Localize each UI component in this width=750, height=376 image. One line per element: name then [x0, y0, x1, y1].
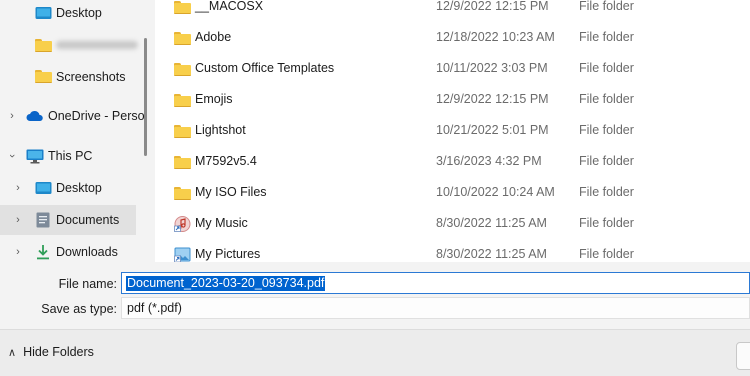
file-date: 12/9/2022 12:15 PM: [436, 92, 549, 106]
nav-item-screenshots[interactable]: Screenshots: [0, 62, 136, 92]
blurred-label: [56, 41, 138, 49]
file-type: File folder: [579, 185, 634, 199]
nav-item-desktop[interactable]: › Desktop: [0, 173, 136, 203]
file-name: Lightshot: [195, 123, 246, 137]
list-item[interactable]: My Pictures 8/30/2022 11:25 AM File fold…: [155, 240, 750, 262]
folder-icon: [174, 156, 191, 169]
file-list: __MACOSX 12/9/2022 12:15 PM File folder …: [155, 0, 750, 262]
save-form: File name: Document_2023-03-20_093734.pd…: [0, 262, 750, 376]
nav-item-label: Downloads: [56, 245, 118, 259]
nav-item-blurred[interactable]: [0, 30, 138, 60]
file-type: File folder: [579, 154, 634, 168]
file-name: My Pictures: [195, 247, 261, 261]
file-date: 12/9/2022 12:15 PM: [436, 0, 549, 13]
chevron-right-icon[interactable]: ›: [12, 246, 24, 258]
file-name: __MACOSX: [195, 0, 264, 13]
list-item[interactable]: My ISO Files 10/10/2022 10:24 AM File fo…: [155, 178, 750, 209]
list-item[interactable]: Custom Office Templates 10/11/2022 3:03 …: [155, 54, 750, 85]
list-item[interactable]: Adobe 12/18/2022 10:23 AM File folder: [155, 23, 750, 54]
chevron-down-icon[interactable]: ›: [6, 150, 18, 162]
hide-folders-label: Hide Folders: [23, 345, 94, 359]
dialog-footer: ∧ Hide Folders: [0, 329, 750, 376]
monitor-icon: [26, 149, 44, 164]
folder-icon: [35, 39, 52, 52]
file-type: File folder: [579, 216, 634, 230]
documents-icon: [36, 212, 50, 228]
folder-icon: [35, 70, 52, 83]
nav-item-onedrive[interactable]: › OneDrive - Perso: [0, 101, 144, 131]
list-item[interactable]: M7592v5.4 3/16/2023 4:32 PM File folder: [155, 147, 750, 178]
file-name: Custom Office Templates: [195, 61, 335, 75]
folder-icon: [174, 187, 191, 200]
folder-icon: [174, 1, 191, 14]
save-type-label: Save as type:: [41, 302, 117, 316]
chevron-right-icon[interactable]: ›: [12, 214, 24, 226]
nav-scrollbar[interactable]: [144, 38, 147, 156]
file-type: File folder: [579, 123, 634, 137]
nav-item-this-pc[interactable]: › This PC: [0, 141, 136, 171]
file-name-value[interactable]: Document_2023-03-20_093734.pdf: [126, 276, 326, 291]
pictures-shortcut-icon: [174, 247, 191, 262]
chevron-up-icon: ∧: [8, 346, 17, 359]
file-date: 3/16/2023 4:32 PM: [436, 154, 542, 168]
save-type-select[interactable]: pdf (*.pdf): [121, 297, 750, 319]
chevron-right-icon[interactable]: ›: [6, 110, 18, 122]
file-date: 12/18/2022 10:23 AM: [436, 30, 555, 44]
save-type-value: pdf (*.pdf): [127, 301, 182, 315]
nav-item-documents[interactable]: › Documents: [0, 205, 136, 235]
folder-icon: [174, 32, 191, 45]
nav-item-downloads[interactable]: › Downloads: [0, 237, 136, 262]
folder-icon: [174, 94, 191, 107]
file-name-input[interactable]: Document_2023-03-20_093734.pdf: [121, 272, 750, 294]
file-date: 10/10/2022 10:24 AM: [436, 185, 555, 199]
nav-item-label: Desktop: [56, 181, 102, 195]
chevron-right-icon[interactable]: ›: [12, 182, 24, 194]
file-name: Adobe: [195, 30, 232, 44]
nav-item-label: Screenshots: [56, 70, 126, 84]
desktop-icon: [35, 182, 52, 194]
cloud-icon: [26, 110, 43, 121]
file-type: File folder: [579, 30, 634, 44]
list-item[interactable]: My Music 8/30/2022 11:25 AM File folder: [155, 209, 750, 240]
list-item[interactable]: Emojis 12/9/2022 12:15 PM File folder: [155, 85, 750, 116]
hide-folders-button[interactable]: ∧ Hide Folders: [8, 345, 94, 359]
nav-item-label: Documents: [56, 213, 120, 227]
file-type: File folder: [579, 0, 634, 13]
music-shortcut-icon: [174, 216, 191, 232]
file-type: File folder: [579, 61, 634, 75]
file-name: My Music: [195, 216, 248, 230]
file-type: File folder: [579, 247, 634, 261]
download-icon: [37, 245, 49, 260]
file-name-label: File name:: [58, 277, 117, 291]
file-type: File folder: [579, 92, 634, 106]
file-name: M7592v5.4: [195, 154, 257, 168]
navigation-pane: Desktop Screenshots › OneDrive - Perso ›…: [0, 0, 150, 262]
desktop-icon: [35, 7, 52, 19]
folder-icon: [174, 63, 191, 76]
file-date: 8/30/2022 11:25 AM: [436, 216, 547, 230]
list-item[interactable]: __MACOSX 12/9/2022 12:15 PM File folder: [155, 0, 750, 23]
nav-item-label: OneDrive - Perso: [48, 109, 145, 123]
file-date: 10/21/2022 5:01 PM: [436, 123, 549, 137]
file-date: 10/11/2022 3:03 PM: [436, 61, 548, 75]
save-button[interactable]: [736, 342, 750, 370]
file-date: 8/30/2022 11:25 AM: [436, 247, 547, 261]
nav-item-label: Desktop: [56, 6, 102, 20]
file-name: My ISO Files: [195, 185, 267, 199]
nav-item-label: This PC: [48, 149, 93, 163]
nav-item-desktop-quick[interactable]: Desktop: [0, 0, 136, 28]
list-item[interactable]: Lightshot 10/21/2022 5:01 PM File folder: [155, 116, 750, 147]
folder-icon: [174, 125, 191, 138]
file-name: Emojis: [195, 92, 233, 106]
